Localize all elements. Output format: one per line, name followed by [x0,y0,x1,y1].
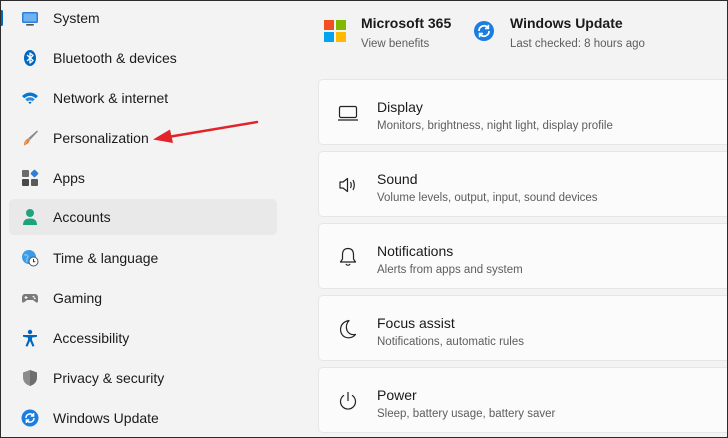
sidebar-item-label: Time & language [53,250,159,266]
windows-update-tile[interactable]: Windows Update Last checked: 8 hours ago [473,14,673,58]
sidebar-item-label: Windows Update [53,410,159,426]
sidebar-item-label: Bluetooth & devices [53,50,177,66]
sync-icon [473,20,495,42]
sidebar-item-time-language[interactable]: Time & language [9,240,277,276]
globe-clock-icon [21,249,39,267]
wifi-icon [21,89,39,107]
annotation-arrow [153,120,259,143]
sidebar-item-gaming[interactable]: Gaming [9,280,277,316]
display-card[interactable]: Display Monitors, brightness, night ligh… [318,79,728,145]
card-subtitle: Monitors, brightness, night light, displ… [377,120,613,132]
sidebar-item-label: Apps [53,170,85,186]
display-icon [337,102,359,124]
card-title: Focus assist [377,315,455,331]
power-icon [337,390,359,412]
card-title: Notifications [377,243,454,259]
card-title: Sound [377,171,418,187]
sound-card[interactable]: Sound Volume levels, output, input, soun… [318,151,728,217]
sidebar-item-apps[interactable]: Apps [9,160,277,196]
sidebar-item-bluetooth[interactable]: Bluetooth & devices [9,40,277,76]
microsoft-365-tile[interactable]: Microsoft 365 View benefits [324,14,464,58]
apps-icon [21,169,39,187]
bluetooth-icon [21,49,39,67]
last-checked-text: Last checked: 8 hours ago [510,38,645,50]
bell-icon [337,246,359,268]
sidebar-item-accounts[interactable]: Accounts [9,199,277,235]
notifications-card[interactable]: Notifications Alerts from apps and syste… [318,223,728,289]
microsoft-365-link[interactable]: View benefits [361,38,429,50]
card-title: Power [377,387,417,403]
card-subtitle: Notifications, automatic rules [377,336,525,348]
person-icon [21,208,39,226]
monitor-icon [21,9,39,27]
sync-icon [21,409,39,427]
accessibility-icon [21,329,39,347]
sidebar-item-label: Gaming [53,290,103,306]
sidebar-item-windows-update[interactable]: Windows Update [9,400,277,436]
shield-icon [21,369,39,387]
sidebar-item-system[interactable]: System [9,0,277,36]
card-subtitle: Alerts from apps and system [377,264,523,276]
sidebar-item-privacy-security[interactable]: Privacy & security [9,360,277,396]
windows-update-title: Windows Update [510,15,623,31]
power-card[interactable]: Power Sleep, battery usage, battery save… [318,367,728,433]
card-title: Display [377,99,423,115]
microsoft-logo-icon [324,20,346,42]
card-subtitle: Sleep, battery usage, battery saver [377,408,556,420]
sidebar-item-label: Personalization [53,130,149,146]
selection-indicator [0,10,3,26]
sidebar-item-label: Accessibility [53,330,130,346]
sidebar-item-label: Network & internet [53,90,169,106]
microsoft-365-title: Microsoft 365 [361,15,452,31]
moon-icon [337,318,359,340]
focus-assist-card[interactable]: Focus assist Notifications, automatic ru… [318,295,728,361]
sidebar-item-label: Accounts [53,209,111,225]
sidebar-item-accessibility[interactable]: Accessibility [9,320,277,356]
sidebar-item-label: System [53,10,100,26]
gamepad-icon [21,289,39,307]
sidebar-item-label: Privacy & security [53,370,165,386]
speaker-icon [337,174,359,196]
card-subtitle: Volume levels, output, input, sound devi… [377,192,598,204]
sidebar: System Bluetooth & devices Network & int… [0,0,290,438]
paintbrush-icon [21,129,39,147]
